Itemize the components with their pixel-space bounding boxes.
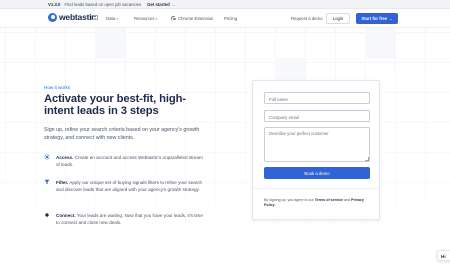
hero-title: Activate your best-fit, high-intent lead… bbox=[44, 93, 186, 118]
announcement-text: Find leads based on open job vacancies bbox=[64, 1, 142, 7]
nav-chrome-extension[interactable]: Chrome Extension bbox=[171, 15, 214, 22]
access-icon bbox=[44, 154, 50, 160]
logo-badge-icon bbox=[91, 14, 98, 20]
logo-icon[interactable] bbox=[48, 12, 57, 22]
section-eyebrow: How it works bbox=[44, 85, 71, 90]
legal-and: and bbox=[343, 198, 352, 202]
chevron-down-icon: ▾ bbox=[116, 16, 118, 21]
filter-icon bbox=[44, 179, 50, 185]
step-filter-title: Filter. bbox=[56, 180, 69, 185]
full-name-field[interactable] bbox=[264, 92, 370, 104]
step-access-body: Create an account and access Webtastic's… bbox=[56, 155, 203, 168]
chrome-icon bbox=[171, 15, 177, 22]
get-started-link[interactable]: Get started → bbox=[147, 2, 175, 7]
customer-description-field[interactable] bbox=[264, 127, 370, 162]
terms-link[interactable]: Terms of service bbox=[315, 198, 343, 202]
nav-data[interactable]: Data▾ bbox=[106, 16, 118, 21]
nav-pricing[interactable]: Pricing bbox=[224, 16, 237, 21]
step-filter-text: Filter. Apply our unique set of buying s… bbox=[56, 179, 206, 193]
step-filter-body: Apply our unique set of buying signals f… bbox=[56, 180, 203, 193]
step-connect-text: Connect. Your leads are waiting. Now tha… bbox=[56, 212, 206, 226]
legal-notice: By signing up, you agree to our Terms of… bbox=[264, 198, 374, 209]
nav-extension-label: Chrome Extension bbox=[178, 15, 214, 21]
card-divider bbox=[253, 188, 379, 189]
site-header: webtastic Data▾ Resources▾ Chrome Extens… bbox=[0, 9, 450, 28]
nav-resources[interactable]: Resources▾ bbox=[134, 16, 157, 21]
chevron-down-icon: ▾ bbox=[155, 16, 158, 21]
start-free-button[interactable]: Start for free → bbox=[356, 13, 398, 24]
step-access-title: Access. bbox=[56, 155, 74, 160]
legal-suffix: . bbox=[274, 203, 276, 208]
chat-widget-button[interactable]: Hi bbox=[437, 250, 450, 261]
nav-resources-label: Resources bbox=[134, 15, 155, 21]
announcement-bar: V1.3.0 Find leads based on open job vaca… bbox=[0, 0, 450, 9]
hero-subtitle: Sign up, refine your search criteria bas… bbox=[44, 127, 200, 142]
request-demo-link[interactable]: Request a demo bbox=[291, 16, 323, 21]
resize-handle-icon[interactable] bbox=[365, 157, 369, 161]
book-demo-button[interactable]: Book a demo bbox=[264, 167, 370, 179]
nav-data-label: Data bbox=[106, 15, 116, 21]
step-connect-title: Connect. bbox=[56, 213, 76, 218]
step-access-text: Access. Create an account and access Web… bbox=[56, 154, 206, 168]
step-connect-body: Your leads are waiting. Now that you hav… bbox=[56, 213, 203, 226]
connect-icon bbox=[44, 212, 50, 218]
demo-form-card: Book a demo By signing up, you agree to … bbox=[252, 80, 380, 220]
legal-prefix: By signing up, you agree to our bbox=[264, 198, 315, 202]
version-label: V1.3.0 bbox=[48, 1, 61, 7]
company-email-field[interactable] bbox=[264, 110, 370, 122]
login-button[interactable]: Login bbox=[326, 13, 350, 24]
